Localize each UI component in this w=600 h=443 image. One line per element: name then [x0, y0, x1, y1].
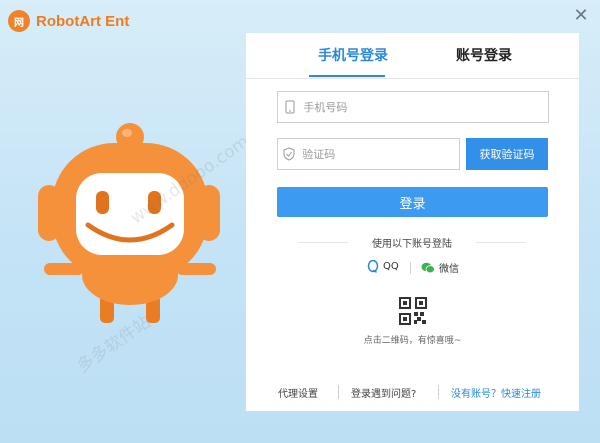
active-tab-indicator	[309, 75, 385, 77]
tab-phone-login[interactable]: 手机号登录	[318, 45, 388, 65]
brand-logo: 网	[8, 10, 30, 32]
qr-code-icon[interactable]	[399, 297, 427, 325]
tab-account-login[interactable]: 账号登录	[456, 45, 512, 65]
shield-icon	[278, 147, 300, 161]
login-button[interactable]: 登录	[277, 187, 548, 217]
login-panel: 手机号登录 账号登录 获取验证码 登录 使用以下账号登陆	[246, 33, 579, 411]
brand: 网 RobotArt Ent	[8, 10, 129, 32]
login-tabs: 手机号登录 账号登录	[246, 33, 579, 79]
proxy-settings-link[interactable]: 代理设置	[278, 385, 318, 400]
wechat-icon	[421, 262, 435, 273]
footer-separator	[438, 385, 439, 399]
code-field[interactable]	[277, 138, 460, 170]
divider-line	[476, 242, 526, 243]
robot-mascot	[38, 123, 220, 323]
qq-icon	[367, 260, 379, 273]
phone-input[interactable]	[301, 99, 548, 115]
close-button[interactable]: ✕	[570, 4, 592, 26]
login-problem-link[interactable]: 登录遇到问题?	[351, 385, 416, 400]
qq-login-button[interactable]: QQ	[367, 260, 399, 273]
register-link[interactable]: 没有账号？快速注册	[451, 385, 541, 400]
footer-separator	[338, 385, 339, 399]
login-window: 网 RobotArt Ent ✕ www.ddooo.com 多多软件站	[0, 0, 600, 443]
qr-hint: 点击二维码，有惊喜哦~	[363, 336, 462, 346]
other-login-divider: 使用以下账号登陆	[298, 235, 526, 250]
wechat-login-button[interactable]: 微信	[421, 260, 459, 275]
social-separator	[410, 262, 411, 274]
phone-icon	[278, 100, 301, 114]
code-input[interactable]	[300, 146, 459, 162]
get-code-button[interactable]: 获取验证码	[466, 138, 548, 170]
qq-label: QQ	[383, 261, 399, 272]
wechat-label: 微信	[439, 264, 459, 275]
app-name: RobotArt Ent	[36, 12, 130, 30]
phone-field[interactable]	[277, 91, 549, 123]
close-icon: ✕	[573, 4, 589, 26]
